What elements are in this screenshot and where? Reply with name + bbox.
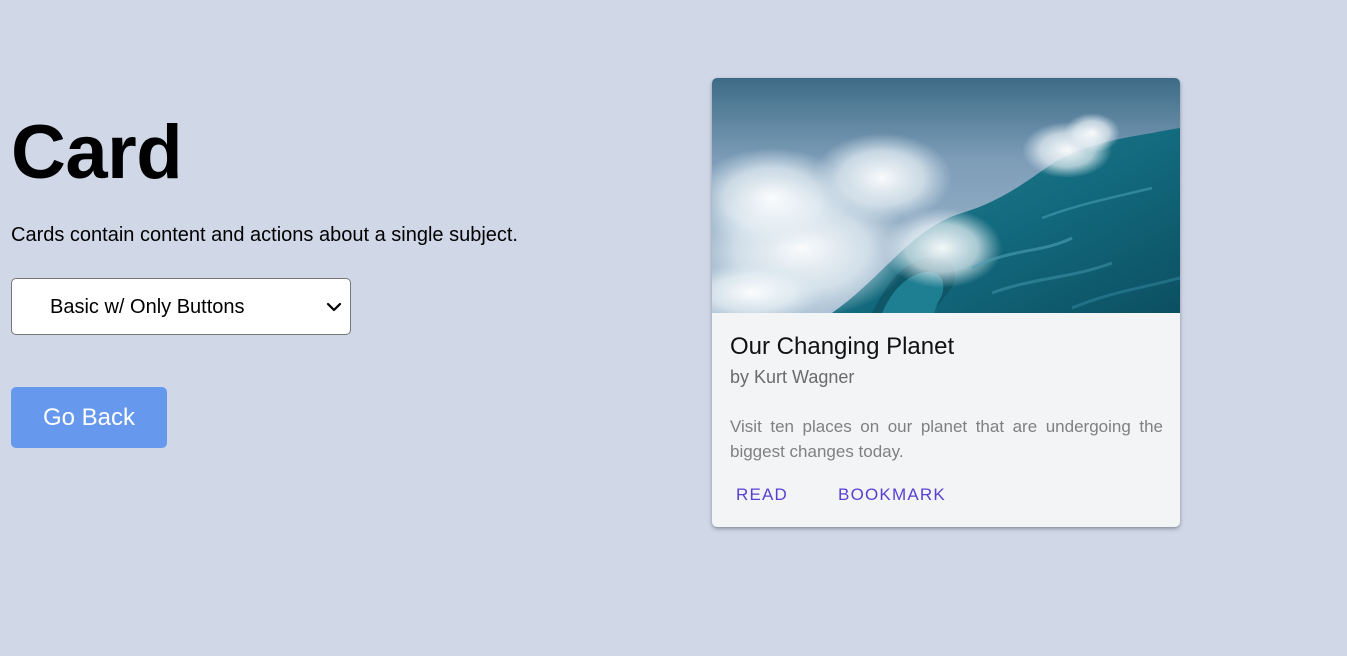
chevron-down-icon — [326, 302, 342, 312]
page-subtitle: Cards contain content and actions about … — [11, 224, 518, 246]
card: Our Changing Planet by Kurt Wagner Visit… — [712, 78, 1180, 527]
card-actions: READ BOOKMARK — [726, 482, 956, 508]
page-title: Card — [11, 110, 183, 195]
read-button[interactable]: READ — [726, 482, 798, 508]
card-title: Our Changing Planet — [730, 333, 955, 360]
card-description: Visit ten places on our planet that are … — [730, 417, 1163, 461]
card-media-wave-image — [712, 78, 1180, 313]
variant-select-value: Basic w/ Only Buttons — [50, 296, 245, 318]
go-back-button[interactable]: Go Back — [11, 387, 167, 448]
card-author: by Kurt Wagner — [730, 367, 855, 387]
variant-select[interactable]: Basic w/ Only Buttons — [11, 278, 351, 335]
bookmark-button[interactable]: BOOKMARK — [828, 482, 956, 508]
